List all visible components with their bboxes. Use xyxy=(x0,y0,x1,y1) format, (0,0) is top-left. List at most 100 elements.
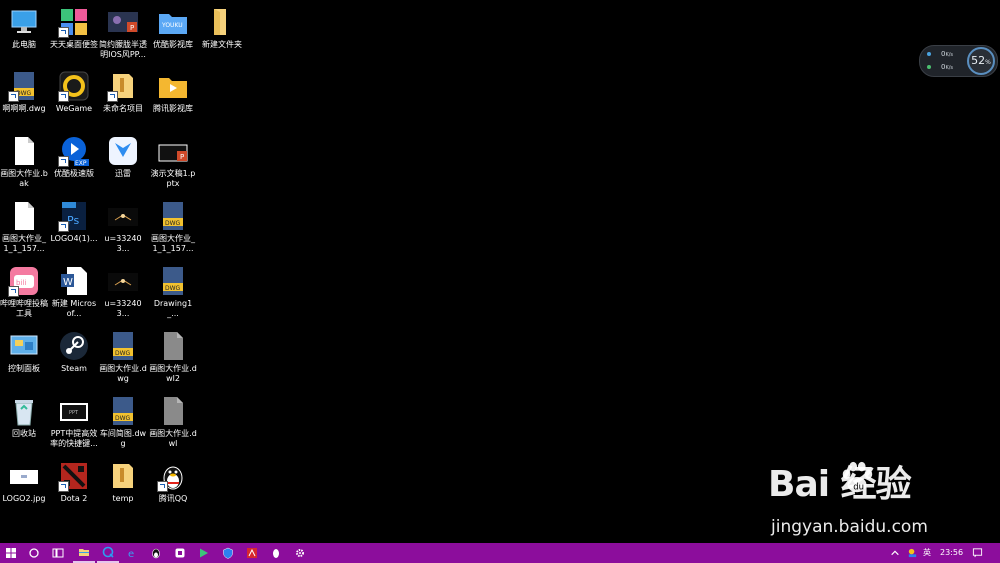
clock[interactable]: 23:56 xyxy=(940,543,963,563)
taskbar-penguin-app[interactable] xyxy=(265,543,287,563)
wegame-icon xyxy=(58,70,90,102)
tencent-folder-icon xyxy=(157,70,189,102)
desktop-icon-drawing1[interactable]: DWG Drawing1_... xyxy=(149,265,197,319)
icon-label: u=332403... xyxy=(104,299,142,318)
desktop-icon-steam[interactable]: Steam xyxy=(50,330,98,374)
desktop-icon-pptx[interactable]: P 演示文稿1.pptx xyxy=(149,135,197,189)
desktop-icon-logo2[interactable]: LOGO2.jpg xyxy=(0,460,48,504)
start-button[interactable] xyxy=(0,543,22,563)
icon-label: 简约朦胧半透明IOS风PP... xyxy=(99,40,147,59)
download-unit: K/s xyxy=(945,65,954,71)
svg-text:PPT: PPT xyxy=(69,410,79,416)
control-panel-icon xyxy=(8,330,40,362)
icon-label: 画图大作业_1_1_157... xyxy=(151,234,195,253)
desktop-icon-tencent-lib[interactable]: 腾讯影视库 xyxy=(149,70,197,114)
desktop-icon-control-panel[interactable]: 控制面板 xyxy=(0,330,48,374)
taskbar-app-shield[interactable] xyxy=(169,543,191,563)
folder-icon xyxy=(79,549,89,556)
show-hidden-icons-button[interactable] xyxy=(890,543,900,563)
icon-label: 新建文件夹 xyxy=(202,40,242,49)
chevron-up-icon xyxy=(891,550,899,555)
desktop-icon-this-pc[interactable]: 此电脑 xyxy=(0,6,48,50)
desktop-icon-dota2[interactable]: Dota 2 xyxy=(50,460,98,504)
icon-label: Dota 2 xyxy=(60,494,88,503)
icon-label: 控制面板 xyxy=(8,364,40,373)
desktop-icon-dwl[interactable]: 画图大作业.dwl xyxy=(149,395,197,449)
icon-label: WeGame xyxy=(55,104,93,113)
desktop-icon-bak[interactable]: 画图大作业.bak xyxy=(0,135,48,189)
tiantian-notes-icon xyxy=(58,6,90,38)
desktop-icon-dwg-a[interactable]: DWG 啊啊啊.dwg xyxy=(0,70,48,114)
taskbar-media-player[interactable] xyxy=(193,543,215,563)
taskbar-settings[interactable] xyxy=(289,543,311,563)
ime-indicator[interactable]: 英 xyxy=(923,543,931,563)
network-speed-widget[interactable]: 0K/s 0K/s 52% xyxy=(919,45,998,77)
upload-unit: K/s xyxy=(945,52,954,58)
icon-label: 迅雷 xyxy=(115,169,131,178)
upload-speed: 0K/s xyxy=(927,50,953,58)
desktop-icon-youku-exp[interactable]: EXP 优酷极速版 xyxy=(50,135,98,179)
desktop-icon-wegame[interactable]: WeGame xyxy=(50,70,98,114)
icon-label: 此电脑 xyxy=(12,40,36,49)
tray-user-app[interactable] xyxy=(907,543,918,563)
svg-text:e: e xyxy=(128,549,134,559)
taskbar: e 英 23:56 xyxy=(0,543,1000,563)
shortcut-arrow-icon xyxy=(107,91,118,102)
task-view-icon xyxy=(52,548,64,558)
taskbar-browser-q[interactable] xyxy=(97,543,119,563)
desktop-icon-dwg-157[interactable]: DWG 画图大作业_1_1_157... xyxy=(149,200,197,254)
dwg-file-icon: DWG xyxy=(157,200,189,232)
desktop-icon-u332-b[interactable]: u=332403... xyxy=(99,265,147,319)
app-tile-icon xyxy=(175,548,185,558)
generic-file-icon xyxy=(157,330,189,362)
desktop-icon-new-folder[interactable]: 新建文件夹 xyxy=(198,6,246,50)
notification-button[interactable] xyxy=(972,543,983,563)
desktop-icon-temp[interactable]: temp xyxy=(99,460,147,504)
taskbar-qq[interactable] xyxy=(145,543,167,563)
taskbar-file-explorer[interactable] xyxy=(73,543,95,563)
desktop-icon-youku-lib[interactable]: YOUKU 优酷影视库 xyxy=(149,6,197,50)
desktop-icon-untitled[interactable]: 未命名项目 xyxy=(99,70,147,114)
autocad-icon xyxy=(247,548,257,558)
desktop-icon-dwg-main[interactable]: DWG 画图大作业.dwg xyxy=(99,330,147,384)
icon-label: 回收站 xyxy=(12,429,36,438)
icon-label: 天天桌面便签 xyxy=(50,40,98,49)
notification-icon xyxy=(972,548,983,558)
desktop: 此电脑 DWG 啊啊啊.dwg 画图大作业.bak 画图大作业_1_1_157.… xyxy=(0,0,1000,543)
taskbar-security[interactable] xyxy=(217,543,239,563)
task-view-button[interactable] xyxy=(47,543,69,563)
download-speed: 0K/s xyxy=(927,63,953,71)
desktop-icon-qq[interactable]: 腾讯QQ xyxy=(149,460,197,504)
desktop-icon-u332-a[interactable]: u=332403... xyxy=(99,200,147,254)
taskbar-autocad[interactable] xyxy=(241,543,263,563)
desktop-icon-logo4[interactable]: Ps LOGO4(1)... xyxy=(50,200,98,244)
desktop-icon-ppt-template[interactable]: P 简约朦胧半透明IOS风PP... xyxy=(99,6,147,60)
youku-folder-icon: YOUKU xyxy=(157,6,189,38)
baidu-paw-icon: du xyxy=(842,461,873,492)
taskbar-edge[interactable]: e xyxy=(121,543,143,563)
desktop-icon-word-new[interactable]: W 新建 Microsof... xyxy=(50,265,98,319)
desktop-icon-dwl2[interactable]: 画图大作业.dwl2 xyxy=(149,330,197,384)
windows-logo-icon xyxy=(6,548,16,558)
dwg-file-icon: DWG xyxy=(8,70,40,102)
video-file-icon: PPT xyxy=(58,395,90,427)
download-dot-icon xyxy=(927,65,931,69)
desktop-icon-ppt-tips[interactable]: PPT PPT中提高效率的快捷键... xyxy=(50,395,98,449)
desktop-icon-tiantian[interactable]: 天天桌面便签 xyxy=(50,6,98,50)
word-file-icon: W xyxy=(58,265,90,297)
icon-label: Drawing1_... xyxy=(153,299,193,318)
image-file-icon xyxy=(107,200,139,232)
desktop-icon-workshop[interactable]: DWG 车间简图.dwg xyxy=(99,395,147,449)
desktop-icon-file-157[interactable]: 画图大作业_1_1_157... xyxy=(0,200,48,254)
powerpoint-file-icon: P xyxy=(107,6,139,38)
search-button[interactable] xyxy=(23,543,45,563)
bilibili-icon: bili xyxy=(8,265,40,297)
qq-penguin-icon xyxy=(152,548,160,559)
icon-label: 画图大作业.bak xyxy=(0,169,48,188)
svg-text:DWG: DWG xyxy=(165,220,181,227)
desktop-icon-xunlei[interactable]: 迅雷 xyxy=(99,135,147,179)
svg-text:P: P xyxy=(130,24,134,32)
blank-file-icon xyxy=(8,200,40,232)
desktop-icon-recycle-bin[interactable]: 回收站 xyxy=(0,395,48,439)
desktop-icon-bilibili[interactable]: bili 哔哩哔哩投稿工具 xyxy=(0,265,48,319)
